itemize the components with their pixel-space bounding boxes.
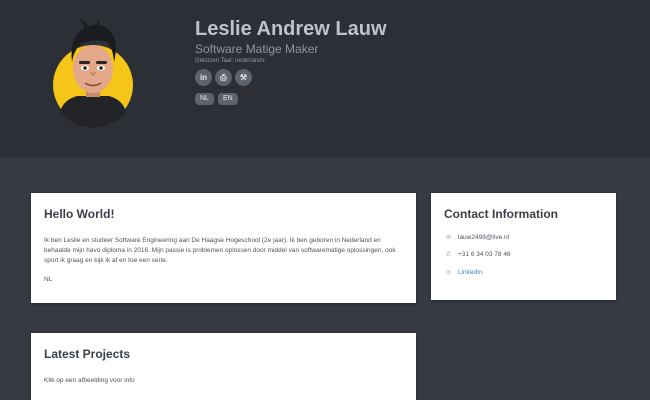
language-switcher: NL EN <box>195 93 387 105</box>
contact-email: lauw2498@live.nl <box>458 234 510 241</box>
profile-name: Leslie Andrew Lauw <box>195 18 387 40</box>
profile-header: Leslie Andrew Lauw Software Matige Maker… <box>0 0 650 157</box>
contact-email-row: ✉ lauw2498@live.nl <box>444 234 509 241</box>
projects-card: Latest Projects Klik op een afbeelding v… <box>31 333 416 400</box>
contact-linkedin-row: in LinkedIn <box>444 269 483 276</box>
contact-phone: +31 6 34 03 78 46 <box>458 251 511 258</box>
social-links: in ⎙ ⚒ <box>195 69 387 86</box>
linkedin-icon: in <box>446 269 451 276</box>
phone-icon: ✆ <box>445 252 452 258</box>
hello-title: Hello World! <box>44 207 115 221</box>
projects-subtitle: Klik op een afbeelding voor info <box>44 377 135 384</box>
contact-card: Contact Information ✉ lauw2498@live.nl ✆… <box>431 193 616 300</box>
profile-role: Software Matige Maker <box>195 42 319 56</box>
hello-body: Ik ben Leslie en studeer Software Engine… <box>44 236 406 285</box>
linkedin-icon[interactable]: in <box>195 69 212 86</box>
tool-icon[interactable]: ⚒ <box>235 69 252 86</box>
contact-title: Contact Information <box>444 207 558 221</box>
hello-card: Hello World! Ik ben Leslie en studeer So… <box>31 193 416 303</box>
printer-icon[interactable]: ⎙ <box>215 69 232 86</box>
projects-title: Latest Projects <box>44 347 131 361</box>
profile-info: Leslie Andrew Lauw Software Matige Maker… <box>195 17 387 105</box>
envelope-icon: ✉ <box>445 235 452 241</box>
language-button-en[interactable]: EN <box>217 93 238 105</box>
hello-paragraph: Ik ben Leslie en studeer Software Engine… <box>44 237 396 264</box>
hello-language-code: NL <box>44 276 53 283</box>
linkedin-link[interactable]: LinkedIn <box>458 269 483 276</box>
language-button-nl[interactable]: NL <box>195 93 214 105</box>
contact-phone-row: ✆ +31 6 34 03 78 46 <box>444 251 511 258</box>
avatar <box>53 18 133 128</box>
selected-language-note: Gekozen Taal: nederlands <box>195 58 265 64</box>
